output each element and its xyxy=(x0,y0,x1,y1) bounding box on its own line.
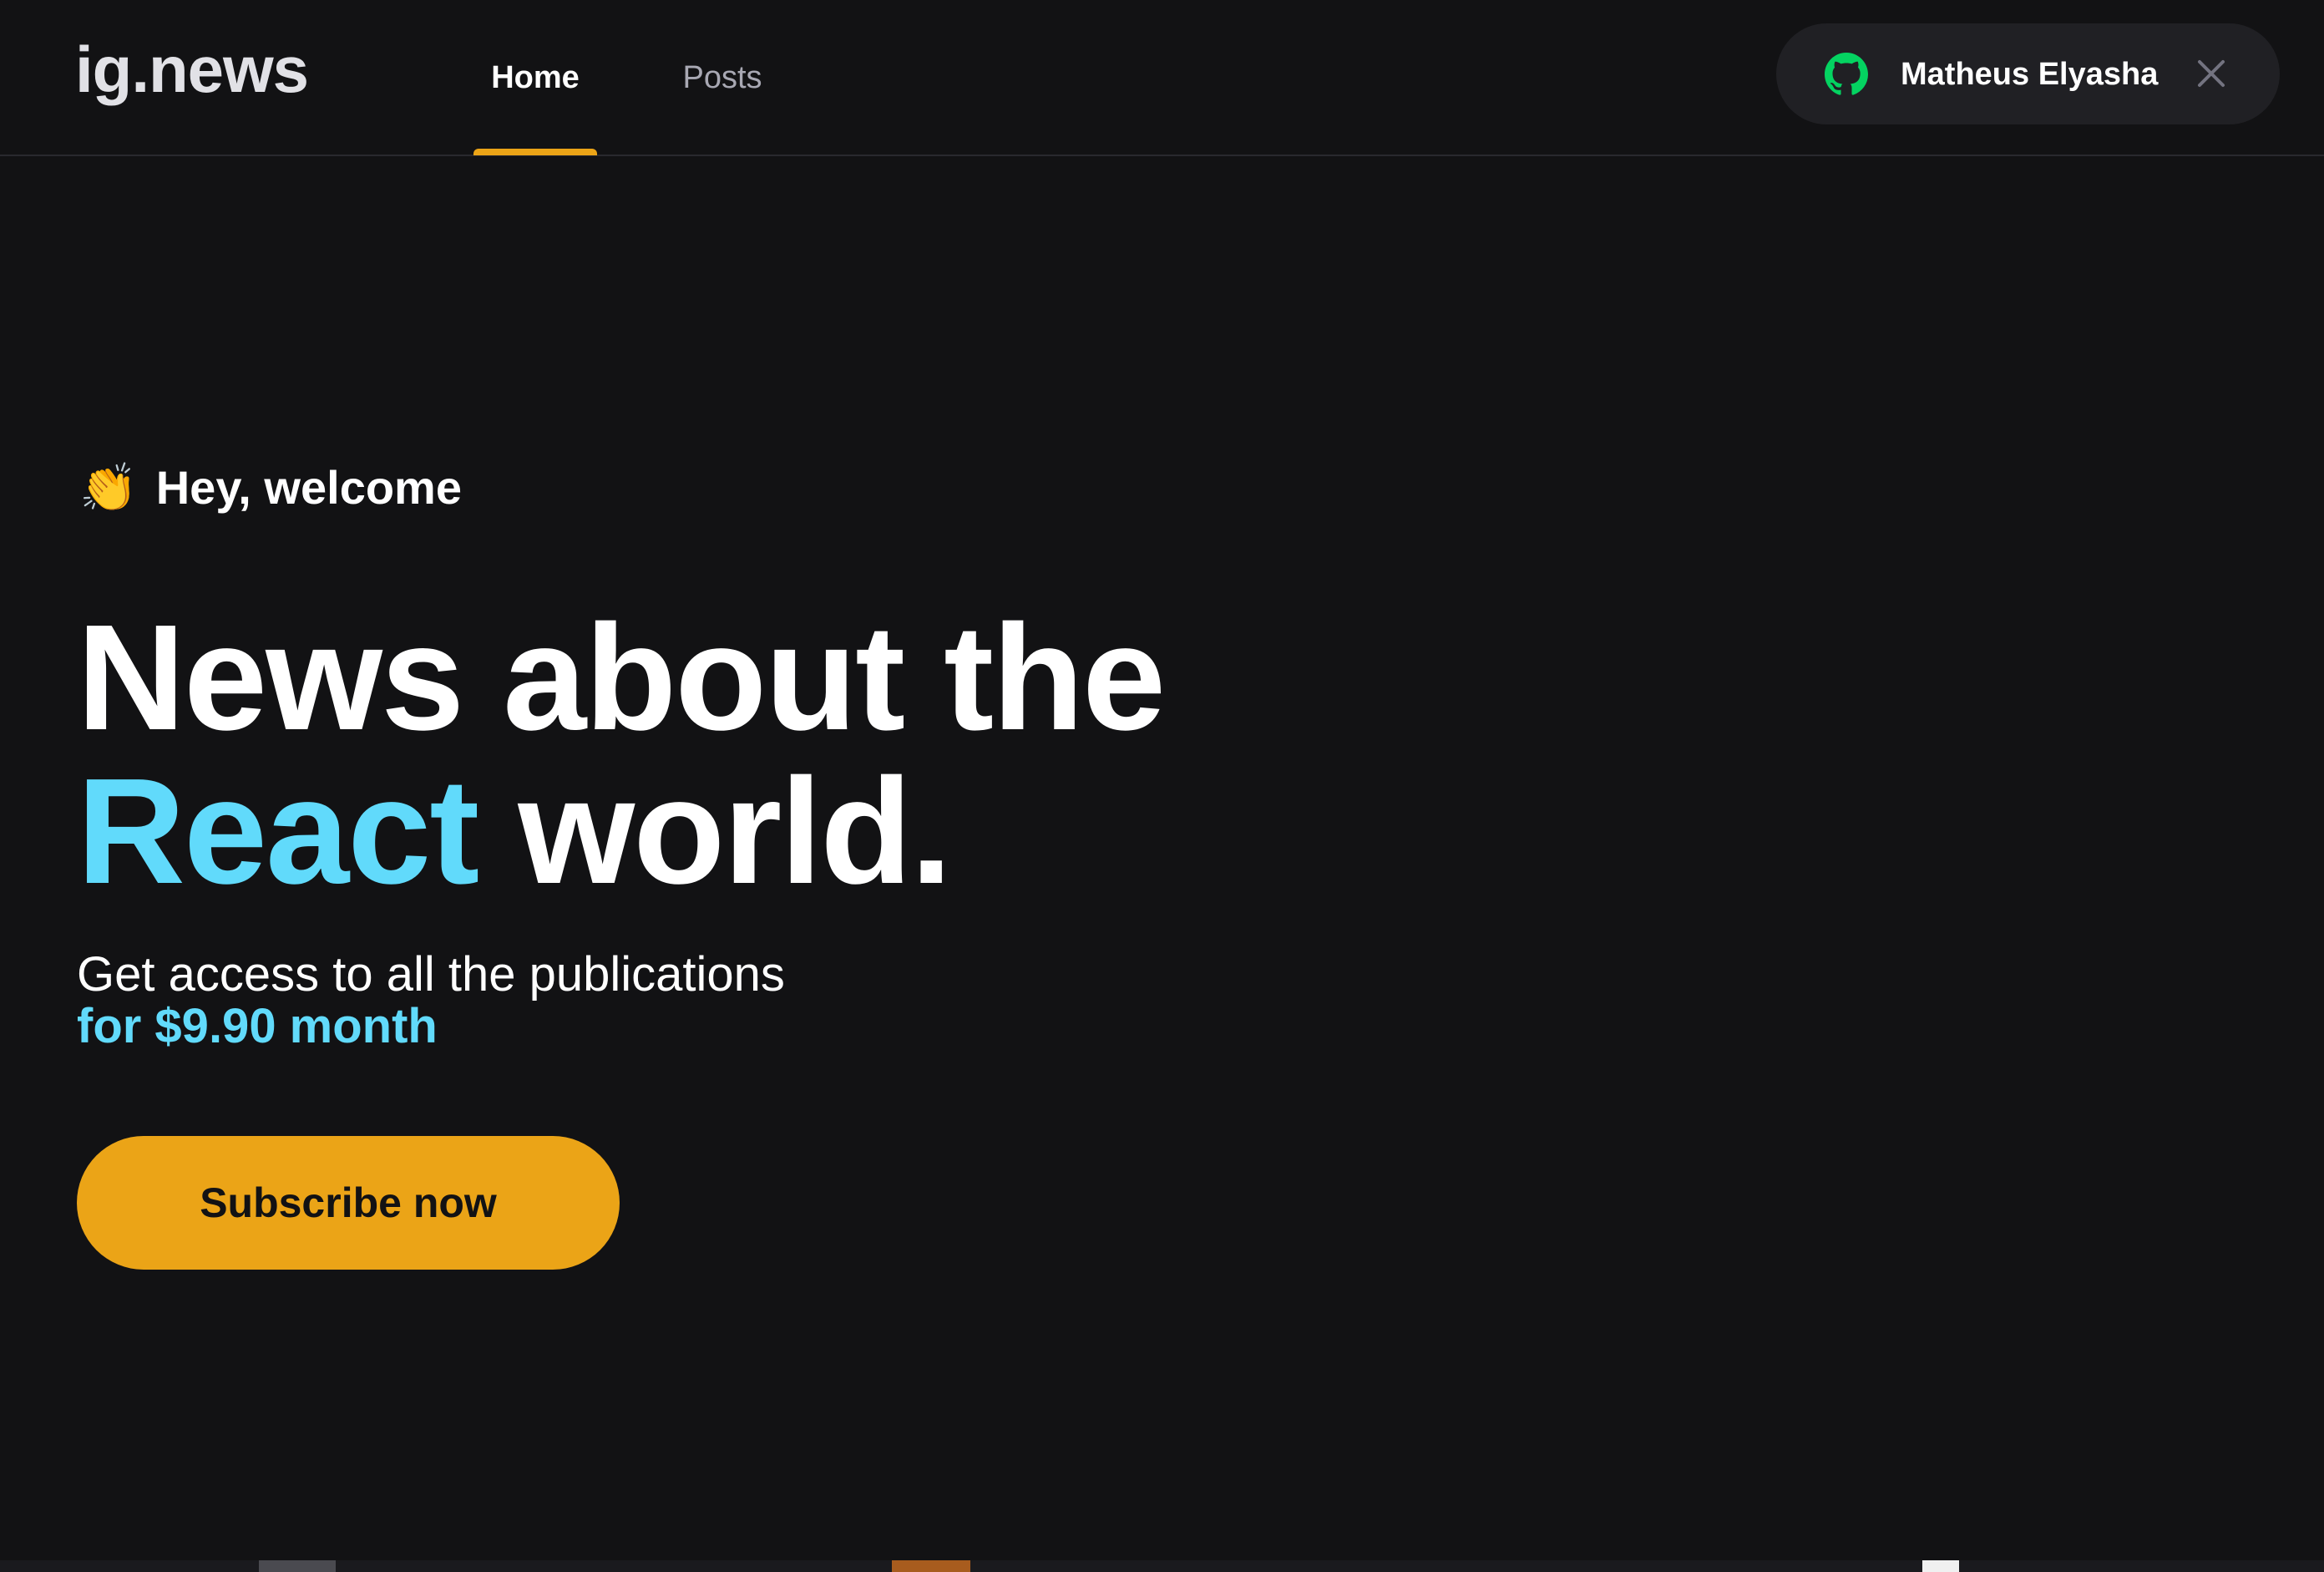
logo[interactable]: ig.news xyxy=(75,32,309,107)
close-icon[interactable] xyxy=(2195,57,2228,90)
page: ig.news Home Posts Matheus Elyasha 👏 Hey… xyxy=(0,0,2324,1572)
hero-title-accent: React xyxy=(77,748,479,915)
bottom-edge-content xyxy=(0,1560,2324,1572)
subscribe-button[interactable]: Subscribe now xyxy=(77,1136,620,1270)
welcome-text: Hey, welcome xyxy=(155,461,462,514)
clapping-hands-icon: 👏 xyxy=(79,461,138,514)
hero-title-line1: News about the xyxy=(77,594,1166,762)
bottom-edge-block xyxy=(1922,1560,1959,1572)
user-name: Matheus Elyasha xyxy=(1901,57,2159,92)
nav-home-link[interactable]: Home xyxy=(473,0,597,156)
hero-title: News about the React world. xyxy=(77,601,1166,909)
bottom-edge-block xyxy=(892,1560,970,1572)
hero-title-line2: world. xyxy=(518,748,952,915)
hero-subtitle: Get access to all the publications xyxy=(77,947,785,1002)
bottom-edge-block xyxy=(259,1560,336,1572)
nav-posts-link[interactable]: Posts xyxy=(664,0,781,156)
hero-price: for $9.90 month xyxy=(77,999,438,1053)
github-icon xyxy=(1825,53,1868,95)
welcome-line: 👏 Hey, welcome xyxy=(79,458,462,518)
site-header: ig.news Home Posts Matheus Elyasha xyxy=(0,0,2324,156)
active-nav-indicator xyxy=(473,149,597,155)
